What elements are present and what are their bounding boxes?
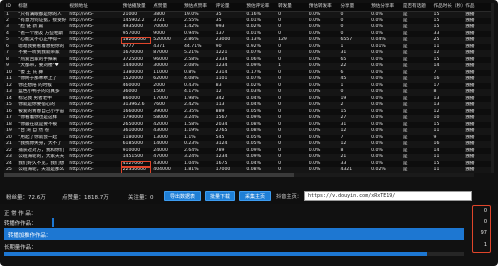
- column-header[interactable]: 点赞量: [151, 3, 182, 12]
- column-header[interactable]: 预估评论率: [244, 3, 277, 12]
- column-header[interactable]: 是否有话题: [400, 3, 432, 12]
- vertical-scrollbar[interactable]: [491, 3, 494, 173]
- column-header[interactable]: 分享量: [338, 3, 370, 12]
- table-cell: "只有满眼都是你的人: [16, 11, 68, 18]
- table-cell: "我找你失身，大不了: [16, 141, 68, 148]
- data-table: ID 标题 视频地址 预估播放量 点赞量 预估点赞率 评论量 预估评论率 转发量 预估转发率 分享量…: [4, 3, 494, 173]
- export-table-button[interactable]: 导出数据表: [164, 191, 201, 201]
- column-header[interactable]: 转发量: [276, 3, 307, 12]
- column-header[interactable]: ID: [4, 3, 17, 12]
- follow-count: 关注量：0: [128, 195, 154, 201]
- long-works-bar-fill: [4, 252, 428, 256]
- column-header[interactable]: 预估点赞率: [181, 3, 214, 12]
- relay-works-label: 转播作作品：: [4, 221, 37, 227]
- column-header[interactable]: 视频地址: [67, 3, 121, 12]
- scrollbar-thumb[interactable]: [4, 173, 294, 177]
- counts-box: 0 0 97 1: [472, 205, 491, 253]
- collect-homepage-button[interactable]: 采集主页: [239, 191, 271, 201]
- long-works-count: 1: [483, 242, 487, 248]
- column-header[interactable]: 标题: [16, 3, 68, 12]
- video-data-table: ID 标题 视频地址 预估播放量 点赞量 预估点赞率 评论量 预估评论率 转发量 预估转发率 分享量…: [4, 3, 494, 173]
- boosted-works-label: 转播加推作作品：: [8, 233, 52, 239]
- column-header[interactable]: 预估分享率: [369, 3, 401, 12]
- fans-count: 粉丝量：72.6万: [6, 195, 46, 201]
- boosted-works-bar: [4, 228, 464, 240]
- relay-works-bar: [52, 218, 54, 227]
- table-cell: 公班海轮的，大家天天: [16, 154, 68, 161]
- table-cell: "心能又不心正中得~: [16, 37, 68, 44]
- normal-works-count: 0: [483, 208, 487, 214]
- long-works-bar: [4, 252, 464, 256]
- horizontal-scrollbar[interactable]: [4, 173, 474, 177]
- app-window: ID 标题 视频地址 预估播放量 点赞量 预估点赞率 评论量 预估评论率 转发量 预估转发率 分享量…: [0, 0, 498, 266]
- homepage-url-input[interactable]: https://v.douyin.com/xRxTE19/: [304, 191, 472, 201]
- table-body: 1 "只有满眼都是你的人 http://v95- 21000 3800 19.0% 35 0.…: [4, 11, 494, 173]
- likes-count: 点赞量：1818.7万: [62, 195, 109, 201]
- column-header[interactable]: 作品时长（秒）: [431, 3, 464, 12]
- table-header-row: ID 标题 视频地址 预估播放量 点赞量 预估点赞率 评论量 预估评论率 转发量 预估转发率 分享量…: [4, 3, 494, 12]
- batch-download-button[interactable]: 批量下载: [205, 191, 235, 201]
- normal-works-label: 正 常 作 品：: [4, 211, 37, 217]
- relay-works-count: 0: [483, 219, 487, 225]
- boosted-works-count: 97: [480, 230, 487, 236]
- boosted-works-bar-fill: [4, 228, 464, 240]
- column-header[interactable]: 评论量: [213, 3, 245, 12]
- long-works-label: 长期量作品：: [4, 245, 37, 251]
- column-header[interactable]: 预估转发率: [306, 3, 339, 12]
- homepage-url-label: 抖音主页：: [276, 194, 302, 200]
- column-header[interactable]: 预估播放量: [120, 3, 152, 12]
- column-header[interactable]: 作品: [463, 3, 494, 12]
